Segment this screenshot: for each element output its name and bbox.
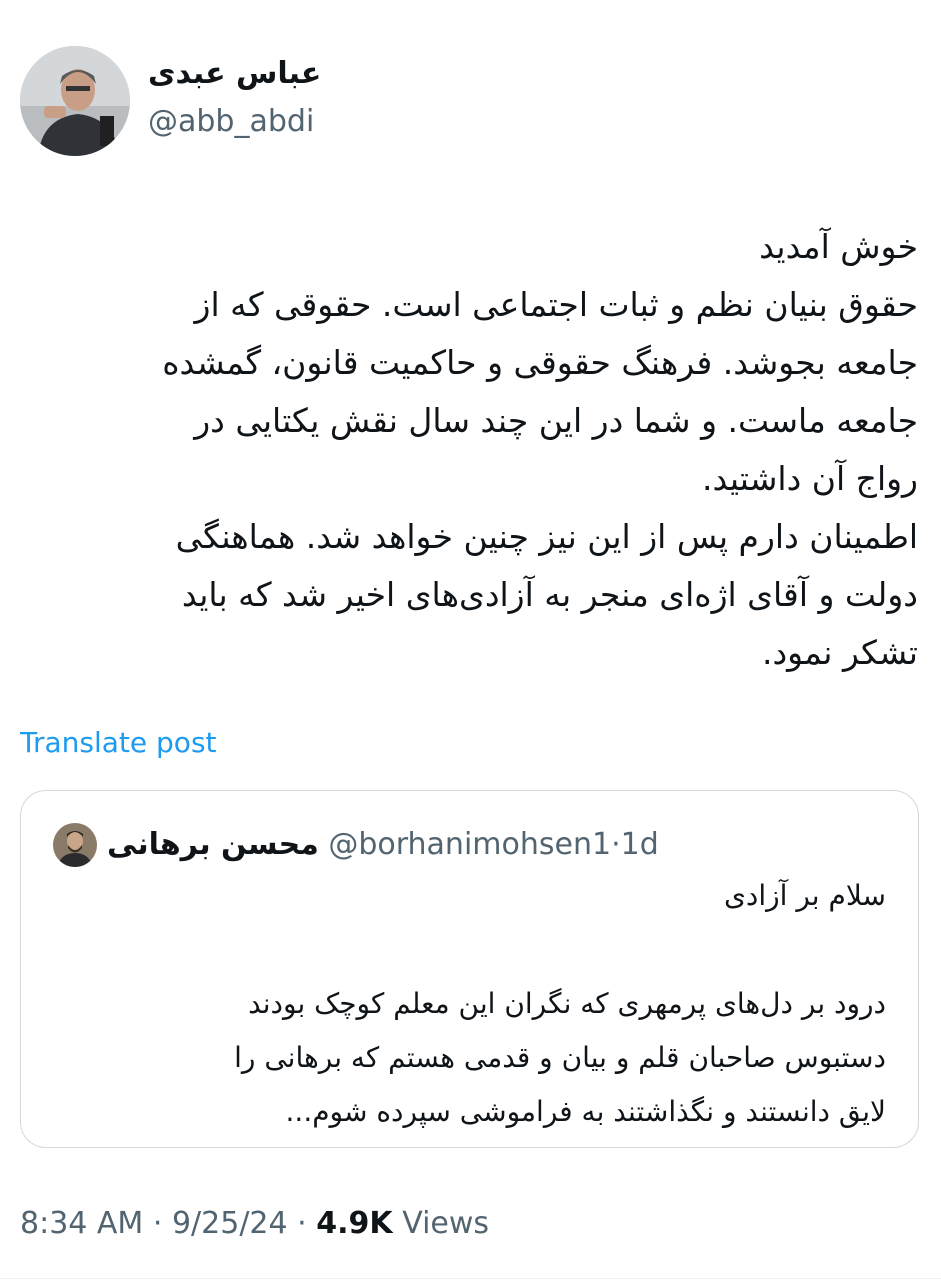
quoted-author-name[interactable]: محسن برهانی <box>107 827 319 862</box>
post-time[interactable]: 8:34 AM <box>20 1206 143 1241</box>
translate-post-link[interactable]: Translate post <box>20 726 217 759</box>
views-label: Views <box>402 1206 490 1241</box>
quoted-line: لایق دانستند و نگذاشتند به فراموشی سپرده… <box>285 1095 886 1128</box>
quoted-header: محسن برهانی @borhanimohsen1·1d <box>107 825 659 865</box>
separator-dot: · <box>152 1206 163 1241</box>
separator-dot: · <box>297 1206 307 1241</box>
tweet-line: حقوق بنیان نظم و ثبات اجتماعی است. حقوقی… <box>194 285 918 324</box>
tweet-line: جامعه ماست. و شما در این چند سال نقش یکت… <box>194 401 918 440</box>
tweet-text: خوش آمدید حقوق بنیان نظم و ثبات اجتماعی … <box>60 218 918 682</box>
tweet-line: رواج آن داشتید. <box>702 459 918 498</box>
tweet-line: جامعه بجوشد. فرهنگ حقوقی و حاکمیت قانون،… <box>162 343 918 382</box>
author-avatar[interactable] <box>20 46 130 156</box>
quoted-post-card[interactable]: محسن برهانی @borhanimohsen1·1d سلام بر آ… <box>20 790 919 1148</box>
separator-dot: · <box>611 827 621 862</box>
post-metadata: 8:34 AM · 9/25/24 · 4.9K Views <box>20 1206 489 1241</box>
author-name[interactable]: عباس عبدی <box>148 56 321 91</box>
quoted-line: دستبوس صاحبان قلم و بیان و قدمی هستم که … <box>234 1041 886 1074</box>
tweet-line: اطمینان دارم پس از این نیز چنین خواهد شد… <box>175 517 918 556</box>
quoted-author-handle[interactable]: @borhanimohsen1 <box>328 827 611 862</box>
tweet-line: خوش آمدید <box>759 227 918 266</box>
quoted-line: درود بر دل‌های پرمهری که نگران این معلم … <box>248 987 886 1020</box>
quoted-author-avatar[interactable] <box>53 823 97 867</box>
views-count: 4.9K <box>316 1206 393 1241</box>
tweet-line: تشکر نمود. <box>761 633 918 672</box>
divider <box>0 1278 941 1279</box>
quoted-line: سلام بر آزادی <box>723 879 886 912</box>
author-handle[interactable]: @abb_abdi <box>148 104 314 139</box>
quoted-timestamp[interactable]: 1d <box>621 827 659 862</box>
tweet-line: دولت و آقای اژه‌ای منجر به آزادی‌های اخی… <box>181 575 918 614</box>
post-date[interactable]: 9/25/24 <box>172 1206 288 1241</box>
